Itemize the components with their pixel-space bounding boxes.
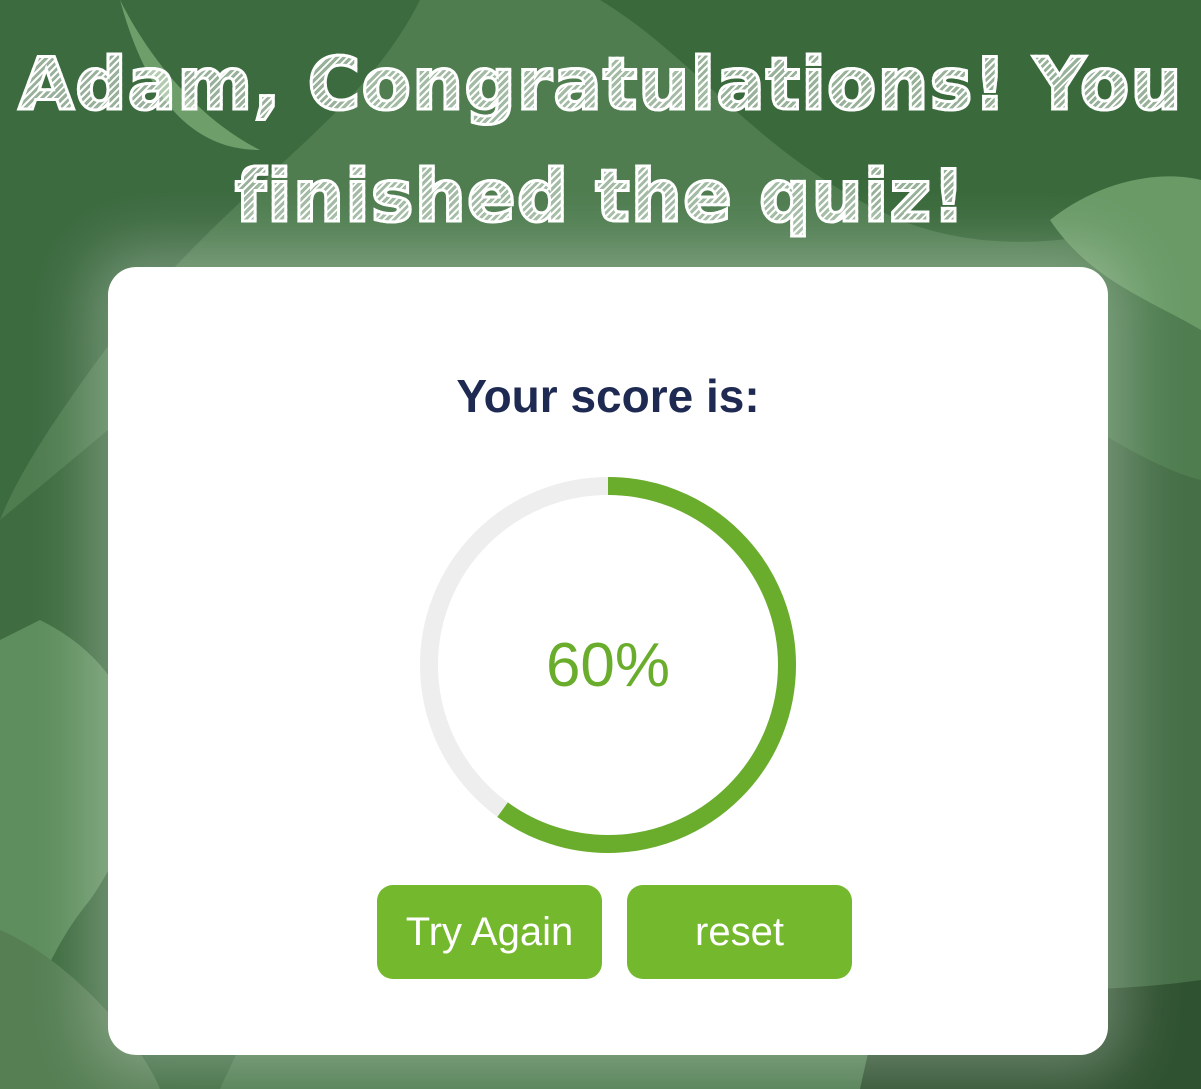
score-label: Your score is: — [456, 370, 760, 422]
score-gauge: 60% — [420, 477, 796, 853]
page-title-text: Adam, Congratulations! You finished the … — [0, 28, 1201, 252]
page-title: Adam, Congratulations! You finished the … — [0, 28, 1201, 252]
reset-button[interactable]: reset — [627, 885, 852, 979]
try-again-button[interactable]: Try Again — [377, 885, 602, 979]
score-card: Your score is: 60% Try Again reset — [108, 267, 1108, 1055]
score-percentage: 60% — [545, 630, 671, 700]
